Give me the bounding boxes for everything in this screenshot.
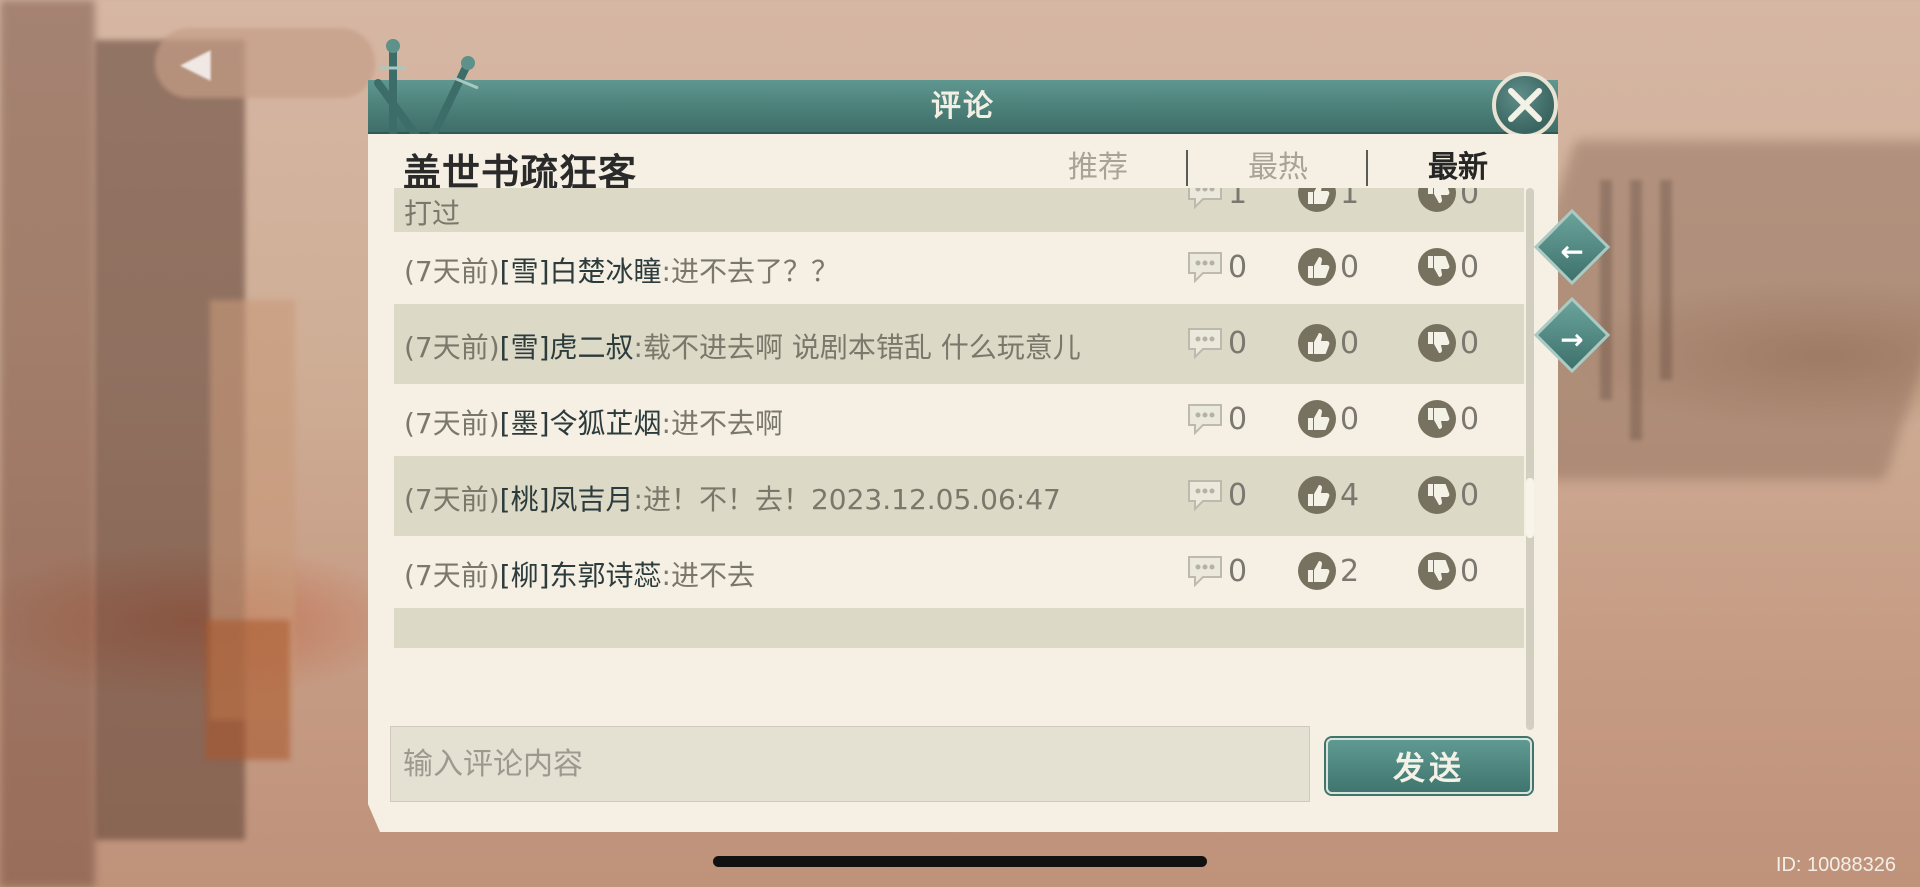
like-count: 0: [1296, 322, 1359, 364]
comment-text: (7天前)[墨]令狐芷烟:进不去啊: [404, 407, 783, 440]
comment-row: [394, 608, 1524, 648]
like-count: 1: [1296, 188, 1359, 214]
comment-text: (7天前)[桃]凤吉月:进！不！去！2023.12.05.06:47: [404, 483, 1061, 516]
dislike-count: 0: [1416, 398, 1479, 440]
dislike-count-value: 0: [1460, 401, 1480, 437]
reply-count: 0: [1184, 474, 1247, 516]
tab-divider: [1366, 150, 1368, 186]
arrow-left-icon: ←: [1560, 234, 1584, 268]
comment-row: 打过 1 1 0: [394, 188, 1524, 232]
tab-newest[interactable]: 最新: [1368, 148, 1548, 188]
comment-icon[interactable]: [1184, 322, 1226, 364]
tab-divider: [1186, 150, 1188, 186]
close-icon: [1508, 88, 1542, 122]
comment-row: (7天前)[桃]凤吉月:进！不！去！2023.12.05.06:47 0 4 0: [394, 456, 1524, 536]
reply-count: 0: [1184, 398, 1247, 440]
like-count: 2: [1296, 550, 1359, 592]
comment-text: (7天前)[雪]虎二叔:载不进去啊 说剧本错乱 什么玩意儿: [404, 331, 1081, 364]
thumbs-up-icon[interactable]: [1296, 550, 1338, 592]
reply-count-value: 0: [1228, 401, 1248, 437]
reply-count: 0: [1184, 246, 1247, 288]
dislike-count: 0: [1416, 550, 1479, 592]
reply-count: 0: [1184, 550, 1247, 592]
sort-tabs: 推荐 最热 最新: [1008, 148, 1548, 188]
comment-icon[interactable]: [1184, 246, 1226, 288]
dislike-count: 0: [1416, 322, 1479, 364]
dislike-count-value: 0: [1460, 477, 1480, 513]
comment-icon[interactable]: [1184, 188, 1226, 214]
reply-count: 1: [1184, 188, 1247, 214]
thumbs-up-icon[interactable]: [1296, 322, 1338, 364]
reply-count-value: 0: [1228, 477, 1248, 513]
comment-icon[interactable]: [1184, 550, 1226, 592]
background-text-column: [1660, 180, 1672, 380]
like-count-value: 1: [1340, 188, 1360, 211]
dialog-title: 评论: [931, 89, 995, 124]
background-pillar: [0, 0, 95, 887]
thumbs-up-icon[interactable]: [1296, 398, 1338, 440]
thumbs-down-icon[interactable]: [1416, 398, 1458, 440]
background-board: [205, 620, 290, 760]
dislike-count: 0: [1416, 246, 1479, 288]
thumbs-down-icon[interactable]: [1416, 322, 1458, 364]
dislike-count-value: 0: [1460, 325, 1480, 361]
like-count-value: 2: [1340, 553, 1360, 589]
thumbs-up-icon[interactable]: [1296, 474, 1338, 516]
scrollbar[interactable]: [1526, 188, 1534, 730]
comment-row: (7天前)[雪]白楚冰瞳:进不去了？？ 0 0 0: [394, 232, 1524, 304]
home-indicator[interactable]: [713, 856, 1207, 867]
like-count: 0: [1296, 246, 1359, 288]
comment-text: (7天前)[雪]白楚冰瞳:进不去了？？: [404, 255, 839, 288]
comment-row: (7天前)[柳]东郭诗蕊:进不去 0 2 0: [394, 536, 1524, 608]
dislike-count-value: 0: [1460, 249, 1480, 285]
comment-list[interactable]: 打过 1 1 0 (7天前)[雪]白楚冰瞳:进不去了？？ 0 0 0 (7天前)…: [394, 188, 1524, 714]
thumbs-down-icon[interactable]: [1416, 474, 1458, 516]
comment-icon[interactable]: [1184, 474, 1226, 516]
comment-row: (7天前)[墨]令狐芷烟:进不去啊 0 0 0: [394, 384, 1524, 456]
dislike-count-value: 0: [1460, 188, 1480, 211]
like-count: 4: [1296, 474, 1359, 516]
background-text-column: [1630, 180, 1642, 440]
like-count-value: 0: [1340, 325, 1360, 361]
like-count: 0: [1296, 398, 1359, 440]
arrow-right-icon: →: [1560, 322, 1584, 356]
dislike-count-value: 0: [1460, 553, 1480, 589]
reply-count-value: 0: [1228, 553, 1248, 589]
thumbs-down-icon[interactable]: [1416, 550, 1458, 592]
dialog-body: 盖世书疏狂客 推荐 最热 最新 打过 1 1 0 (7天前)[雪]白楚冰瞳:进不…: [368, 134, 1558, 832]
background-arrow-icon: ◀: [180, 40, 211, 86]
background-text-column: [1600, 180, 1612, 400]
user-id: ID: 10088326: [1775, 854, 1896, 876]
reply-count-value: 1: [1228, 188, 1248, 211]
reply-count-value: 0: [1228, 249, 1248, 285]
scrollbar-thumb[interactable]: [1526, 478, 1534, 538]
comment-input[interactable]: [390, 726, 1310, 802]
thumbs-down-icon[interactable]: [1416, 188, 1458, 214]
like-count-value: 4: [1340, 477, 1360, 513]
dislike-count: 0: [1416, 188, 1479, 214]
comment-dialog: 评论 盖世书疏狂客 推荐 最热 最新 打过 1 1 0 (7天前)[雪]白楚冰瞳…: [368, 39, 1558, 832]
like-count-value: 0: [1340, 401, 1360, 437]
reply-count: 0: [1184, 322, 1247, 364]
thumbs-up-icon[interactable]: [1296, 246, 1338, 288]
thumbs-down-icon[interactable]: [1416, 246, 1458, 288]
close-button[interactable]: [1492, 72, 1558, 138]
like-count-value: 0: [1340, 249, 1360, 285]
tab-recommended[interactable]: 推荐: [1008, 148, 1188, 188]
thumbs-up-icon[interactable]: [1296, 188, 1338, 214]
tab-hottest[interactable]: 最热: [1188, 148, 1368, 188]
send-button[interactable]: 发送: [1326, 738, 1532, 794]
comment-icon[interactable]: [1184, 398, 1226, 440]
comment-text: (7天前)[柳]东郭诗蕊:进不去: [404, 559, 755, 592]
comment-row: (7天前)[雪]虎二叔:载不进去啊 说剧本错乱 什么玩意儿 0 0 0: [394, 304, 1524, 384]
reply-count-value: 0: [1228, 325, 1248, 361]
comment-text: 打过: [404, 197, 461, 230]
dislike-count: 0: [1416, 474, 1479, 516]
